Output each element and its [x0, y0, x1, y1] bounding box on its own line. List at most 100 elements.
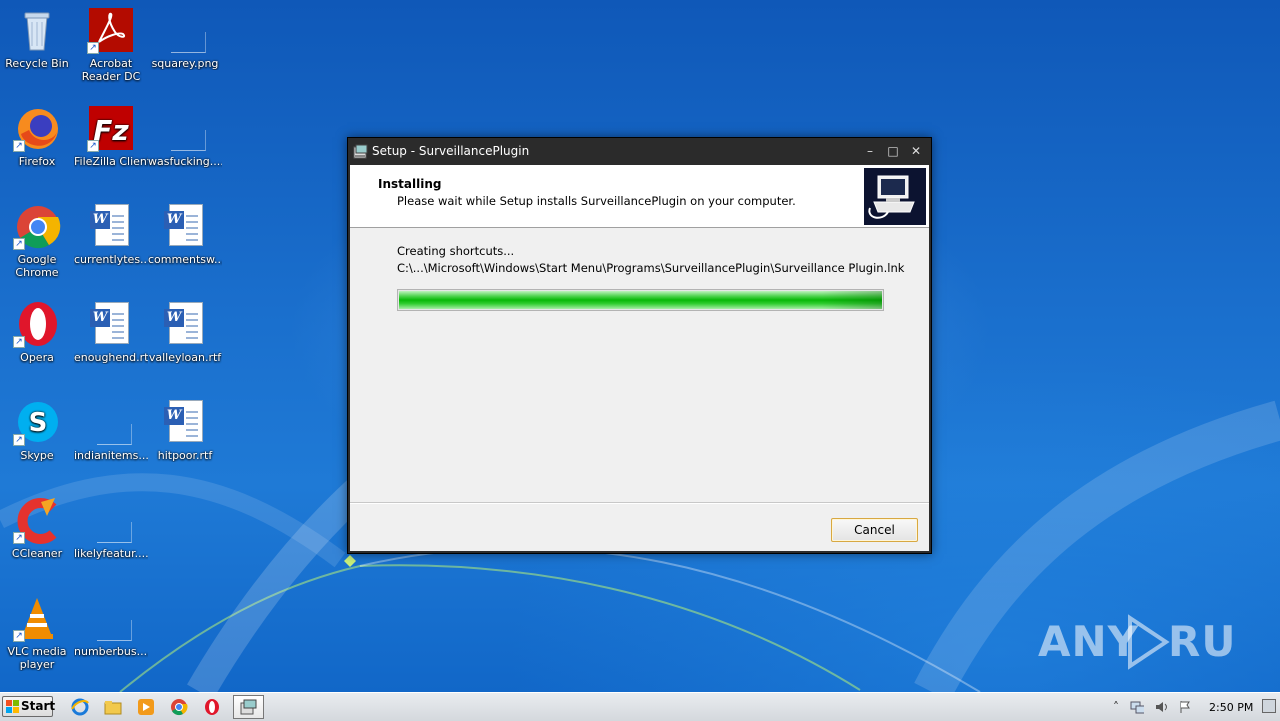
desktop-icon-label: wasfucking....: [148, 155, 222, 168]
ccleaner-icon: ↗: [13, 496, 61, 544]
desktop-icon-firefox[interactable]: ↗ Firefox: [0, 104, 74, 168]
desktop-icon-hitpoor[interactable]: W hitpoor.rtf: [148, 398, 222, 462]
word-doc-icon: W: [161, 300, 209, 348]
desktop-icon-label: Chrome: [15, 266, 59, 279]
opera-icon[interactable]: [202, 697, 222, 717]
svg-text:RUN: RUN: [1168, 617, 1238, 666]
action-center-flag-icon[interactable]: [1178, 700, 1192, 714]
desktop-icon-valleyloan[interactable]: W valleyloan.rtf: [148, 300, 222, 364]
file-icon: [87, 496, 135, 544]
volume-icon[interactable]: [1154, 700, 1168, 714]
desktop-icon-label: VLC media: [7, 645, 67, 658]
desktop-icon-label: CCleaner: [11, 547, 63, 560]
shortcut-arrow-icon: ↗: [13, 434, 25, 446]
desktop-icon-opera[interactable]: ↗ Opera: [0, 300, 74, 364]
close-button[interactable]: ✕: [907, 144, 925, 158]
setup-window[interactable]: Setup - SurveillancePlugin – □ ✕ Install…: [347, 137, 932, 554]
window-title: Setup - SurveillancePlugin: [372, 144, 530, 158]
desktop-icon-label: Reader DC: [81, 70, 141, 83]
windows-flag-icon: [6, 700, 19, 713]
word-doc-icon: W: [87, 300, 135, 348]
opera-icon: ↗: [13, 300, 61, 348]
desktop-icon-label: FileZilla Client: [74, 155, 148, 168]
desktop-icon-label: Firefox: [18, 155, 56, 168]
image-file-icon: [161, 6, 209, 54]
acrobat-icon: ↗: [87, 6, 135, 54]
shortcut-arrow-icon: ↗: [13, 336, 25, 348]
title-bar[interactable]: Setup - SurveillancePlugin – □ ✕: [348, 138, 931, 165]
desktop-icon-label: player: [19, 658, 55, 671]
desktop-icon-commentsw[interactable]: W commentsw....: [148, 202, 222, 266]
desktop-icon-wasfucking[interactable]: wasfucking....: [148, 104, 222, 168]
desktop-icon-label: indianitems....: [74, 449, 148, 462]
shortcut-arrow-icon: ↗: [87, 140, 99, 152]
progress-fill: [399, 291, 882, 309]
desktop-icon-label: commentsw....: [148, 253, 222, 266]
maximize-button[interactable]: □: [884, 144, 902, 158]
taskbar-setup-window[interactable]: [233, 695, 264, 719]
setup-logo-icon: [864, 168, 926, 225]
file-icon: [161, 104, 209, 152]
desktop-icon-filezilla[interactable]: Fz ↗ FileZilla Client: [74, 104, 148, 168]
setup-icon: [353, 144, 368, 159]
desktop-icon-currentlytes[interactable]: W currentlytes....: [74, 202, 148, 266]
svg-text:S: S: [29, 408, 48, 438]
desktop-icon-label: Opera: [20, 351, 54, 364]
taskbar: Start ˄ 2:50 PM: [0, 692, 1280, 721]
chrome-icon: ↗: [13, 202, 61, 250]
desktop-icon-enoughend[interactable]: W enoughend.rtf: [74, 300, 148, 364]
desktop-icon-label: hitpoor.rtf: [157, 449, 213, 462]
desktop-icon-label: valleyloan.rtf: [148, 351, 222, 364]
desktop-icon-acrobat[interactable]: ↗ Acrobat Reader DC: [74, 6, 148, 83]
minimize-button[interactable]: –: [861, 144, 879, 158]
vlc-icon: ↗: [13, 594, 61, 642]
watermark: ANY RUN: [1038, 610, 1272, 670]
file-icon: [87, 594, 135, 642]
setup-icon: [240, 699, 257, 715]
desktop-icon-label: Recycle Bin: [5, 57, 69, 70]
desktop-icon-google-chrome[interactable]: ↗ Google Chrome: [0, 202, 74, 279]
shortcut-arrow-icon: ↗: [13, 630, 25, 642]
shortcut-arrow-icon: ↗: [13, 140, 25, 152]
desktop-icon-indianitems[interactable]: indianitems....: [74, 398, 148, 462]
anyrun-logo: ANY RUN: [1038, 614, 1272, 670]
divider: [350, 502, 929, 504]
desktop-icon-squarey[interactable]: squarey.png: [148, 6, 222, 70]
status-path: C:\...\Microsoft\Windows\Start Menu\Prog…: [397, 261, 905, 275]
chrome-icon[interactable]: [169, 697, 189, 717]
header-subtitle: Please wait while Setup installs Surveil…: [397, 194, 796, 208]
desktop-icon-ccleaner[interactable]: ↗ CCleaner: [0, 496, 74, 560]
start-button[interactable]: Start: [2, 696, 55, 717]
desktop-icon-vlc[interactable]: ↗ VLC media player: [0, 594, 74, 671]
desktop-icon-label: numberbus....: [74, 645, 148, 658]
network-icon[interactable]: [1130, 700, 1144, 714]
install-progress-bar: [397, 289, 884, 311]
window-client: Installing Please wait while Setup insta…: [350, 165, 929, 551]
skype-icon: S ↗: [13, 398, 61, 446]
media-player-icon[interactable]: [136, 697, 156, 717]
wizard-header: Installing Please wait while Setup insta…: [350, 165, 929, 228]
status-text: Creating shortcuts...: [397, 244, 515, 258]
filezilla-icon: Fz ↗: [87, 104, 135, 152]
cancel-button[interactable]: Cancel: [831, 518, 918, 542]
file-icon: [87, 398, 135, 446]
desktop-icon-label: Skype: [20, 449, 54, 462]
ie-icon[interactable]: [70, 697, 90, 717]
show-hidden-icons-icon[interactable]: ˄: [1109, 700, 1123, 714]
word-doc-icon: W: [161, 398, 209, 446]
recycle-bin-icon: [13, 6, 61, 54]
firefox-icon: ↗: [13, 104, 61, 152]
clock[interactable]: 2:50 PM: [1209, 701, 1253, 714]
desktop-icon-likelyfeatur[interactable]: likelyfeatur....: [74, 496, 148, 560]
desktop-icon-skype[interactable]: S ↗ Skype: [0, 398, 74, 462]
desktop-icon-numberbus[interactable]: numberbus....: [74, 594, 148, 658]
desktop-icon-label: Google: [17, 253, 57, 266]
desktop-icon-label: Acrobat: [89, 57, 133, 70]
word-doc-icon: W: [87, 202, 135, 250]
desktop-icon-recycle-bin[interactable]: Recycle Bin: [0, 6, 74, 70]
desktop-icon-label: likelyfeatur....: [74, 547, 148, 560]
desktop-icon-label: currentlytes....: [74, 253, 148, 266]
show-desktop-button[interactable]: [1262, 699, 1276, 713]
explorer-icon[interactable]: [103, 697, 123, 717]
shortcut-arrow-icon: ↗: [87, 42, 99, 54]
